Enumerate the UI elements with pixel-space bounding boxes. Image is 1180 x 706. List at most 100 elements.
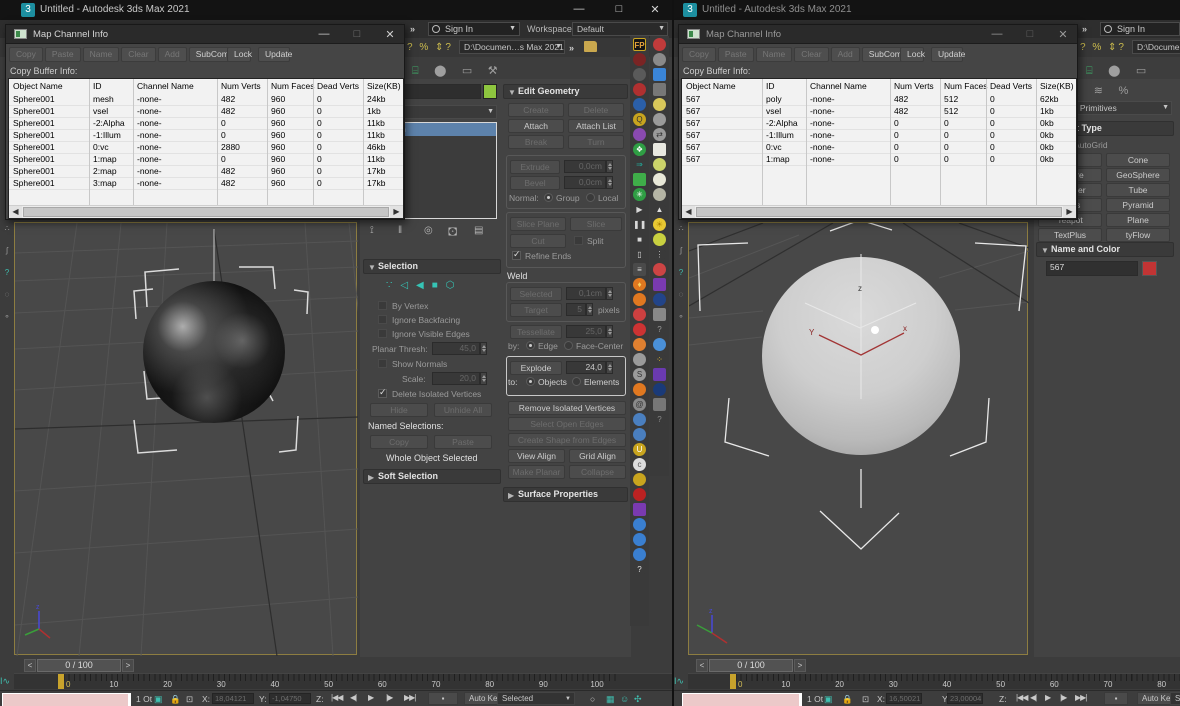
fire-icon[interactable]: [633, 338, 646, 351]
circ2-icon[interactable]: [653, 233, 666, 246]
snap-toggle-icons[interactable]: ? % ⇕?: [407, 42, 453, 53]
dialog-toolbar-button[interactable]: Clear: [121, 47, 156, 62]
dialog-toolbar-button[interactable]: Name: [82, 47, 120, 62]
selection-rollout-header[interactable]: ▼ Selection: [363, 259, 501, 274]
strip-icon[interactable]: ʃ: [674, 246, 688, 268]
local-radio-label[interactable]: Local: [598, 193, 618, 203]
dragon-icon[interactable]: [633, 488, 646, 501]
duck-icon[interactable]: [633, 473, 646, 486]
weld-selected-field[interactable]: 0,1cm: [566, 287, 606, 300]
diamond-icon[interactable]: ❖: [633, 143, 646, 156]
workspaces-dropdown[interactable]: Default ▼: [572, 22, 668, 36]
prev-frame-button[interactable]: ◀|: [1030, 693, 1037, 702]
y-coord-field[interactable]: -1,04750: [269, 693, 311, 704]
strip-icon[interactable]: ?: [0, 268, 14, 290]
refine-ends-label[interactable]: Refine Ends: [525, 251, 571, 261]
dialog-minimize-button[interactable]: —: [318, 28, 330, 40]
table-row[interactable]: Sphere001 -1:Illum -none- 0 960 0 11kb: [9, 129, 403, 141]
dkball-icon[interactable]: [653, 293, 666, 306]
project-overflow-icon[interactable]: »: [569, 43, 574, 53]
cup-icon[interactable]: c: [633, 458, 646, 471]
arrow-icon[interactable]: ⇒: [633, 158, 646, 171]
viewport[interactable]: z Y x z: [688, 222, 1029, 655]
play-icon[interactable]: ▶: [633, 203, 646, 216]
lines-icon[interactable]: ⋮: [653, 248, 666, 261]
remove-isolated-button[interactable]: Remove Isolated Vertices: [508, 401, 626, 415]
blob1-icon[interactable]: [653, 158, 666, 171]
pbox-icon[interactable]: [633, 503, 646, 516]
by-vertex-label[interactable]: By Vertex: [392, 301, 428, 311]
dialog-toolbar-button[interactable]: Paste: [717, 47, 754, 62]
unhide-all-button[interactable]: Unhide All: [434, 403, 492, 417]
photo-icon[interactable]: [653, 68, 666, 81]
dialog-titlebar[interactable]: Map Channel Info — □ ✕: [679, 25, 1077, 44]
flame3-icon[interactable]: [633, 383, 646, 396]
q-icon[interactable]: Q: [633, 113, 646, 126]
red2-icon[interactable]: [633, 323, 646, 336]
strip-icon[interactable]: ◌: [674, 290, 688, 312]
edge-radio-label[interactable]: Edge: [538, 341, 558, 351]
weld-selected-button[interactable]: Selected: [510, 287, 562, 301]
frame-spinner[interactable]: < 0 / 100 >: [696, 659, 808, 672]
object-color-swatch[interactable]: [1142, 261, 1157, 276]
teapot-icon[interactable]: [653, 53, 666, 66]
dialog-toolbar-button[interactable]: Clear: [794, 47, 829, 62]
strip-icon[interactable]: ʃ: [0, 246, 14, 268]
table-row[interactable]: Sphere001 vsel -none- 482 960 0 1kb: [9, 105, 403, 117]
ignore-backfacing-label[interactable]: Ignore Backfacing: [392, 315, 460, 325]
minimize-button[interactable]: —: [572, 3, 586, 15]
swirl-icon[interactable]: [633, 353, 646, 366]
table-row[interactable]: Sphere001 -2:Alpha -none- 0 960 0 11kb: [9, 117, 403, 129]
update-button[interactable]: Update: [258, 47, 292, 62]
weld-target-field[interactable]: 5: [566, 303, 586, 316]
list-icon[interactable]: ≡: [633, 263, 646, 276]
folder-icon[interactable]: [584, 41, 597, 52]
help-icon[interactable]: ?: [633, 563, 646, 576]
toolbar-overflow-icon[interactable]: »: [410, 24, 415, 34]
sphere-icon[interactable]: [653, 338, 666, 351]
next-frame-button[interactable]: |▶: [1060, 693, 1067, 702]
isolate-icon[interactable]: ▣: [824, 694, 833, 705]
sphere-object[interactable]: [143, 281, 285, 423]
drop-icon[interactable]: [633, 98, 646, 111]
go-to-start-button[interactable]: |◀◀: [331, 693, 343, 702]
pin-stack-icon[interactable]: ⟟: [370, 225, 374, 236]
cameras-category-icon[interactable]: %: [1118, 85, 1128, 97]
grid-align-button[interactable]: Grid Align: [569, 449, 626, 463]
snap-toggle-icons[interactable]: ? % ⇕?: [1080, 42, 1126, 53]
ns-paste-button[interactable]: Paste: [434, 435, 492, 449]
edit-geometry-rollout-header[interactable]: ▼ Edit Geometry: [503, 84, 628, 99]
sbox-icon[interactable]: [653, 308, 666, 321]
show-normals-label[interactable]: Show Normals: [392, 359, 447, 369]
scale-field[interactable]: 20,0: [432, 372, 480, 385]
dialog-titlebar[interactable]: Map Channel Info — □ ✕: [6, 25, 404, 44]
hex-icon[interactable]: [633, 68, 646, 81]
object-type-textplus-button[interactable]: TextPlus: [1038, 228, 1102, 242]
absolute-mode-icon[interactable]: ⊡: [186, 694, 193, 705]
dialog-toolbar-button[interactable]: Add: [830, 47, 860, 62]
pict-icon[interactable]: [653, 83, 666, 96]
break-button[interactable]: Break: [508, 135, 564, 149]
circ1-icon[interactable]: [653, 173, 666, 186]
hierarchy-tab-icon[interactable]: ⌸: [1086, 65, 1093, 78]
make-planar-button[interactable]: Make Planar: [508, 465, 565, 479]
objects-radio-label[interactable]: Objects: [538, 377, 567, 387]
pause-icon[interactable]: ❚❚: [633, 218, 646, 231]
x-coord-field[interactable]: 16,50021: [886, 693, 922, 704]
update-button[interactable]: Update: [931, 47, 965, 62]
selected-filter-dropdown[interactable]: Selected ▼: [497, 692, 575, 705]
hide-button[interactable]: Hide: [370, 403, 428, 417]
object-type-cone-button[interactable]: Cone: [1106, 153, 1170, 167]
extrude-button[interactable]: Extrude: [510, 160, 560, 174]
dkblue-icon[interactable]: [653, 383, 666, 396]
key-mode-button[interactable]: ▪: [1104, 692, 1128, 705]
bevel-button[interactable]: Bevel: [510, 176, 560, 190]
make-unique-icon[interactable]: ◎: [424, 225, 433, 236]
ignore-visible-edges-label[interactable]: Ignore Visible Edges: [392, 329, 470, 339]
selected-filter-dropdown[interactable]: Selected: [1170, 692, 1180, 705]
dialog-maximize-button[interactable]: □: [1024, 28, 1036, 40]
object-type-tube-button[interactable]: Tube: [1106, 183, 1170, 197]
table-hscrollbar[interactable]: ◀ ▶: [682, 205, 1076, 218]
motion-tab-icon[interactable]: ⬤: [434, 64, 446, 77]
table-row[interactable]: 567 poly -none- 482 512 0 62kb: [682, 93, 1076, 105]
